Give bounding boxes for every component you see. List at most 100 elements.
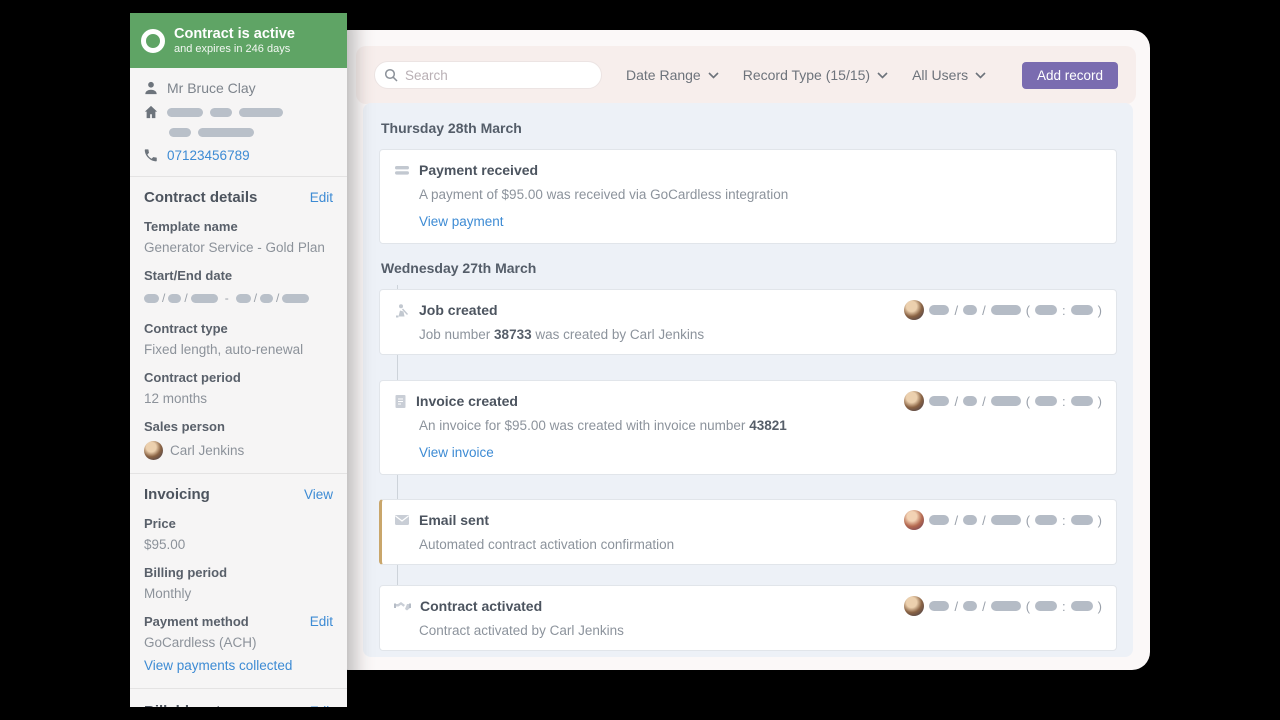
invoice-document-icon [395,394,406,408]
timeline-card-invoice-created[interactable]: Invoice created An invoice for $95.00 wa… [379,380,1117,475]
timeline-card-payment-received[interactable]: Payment received A payment of $95.00 was… [379,149,1117,244]
redacted-time [1070,515,1093,525]
redacted-time [1035,305,1058,315]
contact-section: Mr Bruce Clay 07123456789 [130,68,347,177]
field-value: GoCardless (ACH) [144,635,257,650]
customer-name: Mr Bruce Clay [167,80,256,96]
salesperson-avatar [144,441,163,460]
view-invoicing-link[interactable]: View [304,487,333,502]
redacted-date [990,396,1021,406]
main-window: Date Range Record Type (15/15) All Users… [330,30,1150,670]
redacted-date [963,305,978,315]
field-value: Generator Service - Gold Plan [144,240,325,255]
redacted-date [929,396,950,406]
filter-users[interactable]: All Users [912,67,986,83]
card-description: Contract activated by Carl Jenkins [419,623,624,638]
search-box [374,61,602,89]
status-title: Contract is active [174,25,295,42]
avatar [904,300,925,320]
field-value: 12 months [144,391,208,406]
timeline-date-header: Thursday 28th March [381,120,522,136]
email-envelope-icon [395,515,409,525]
edit-contract-details-link[interactable]: Edit [310,190,333,205]
view-payment-link[interactable]: View payment [419,214,504,229]
card-description: Automated contract activation confirmati… [419,537,675,552]
card-meta: / / (:) [904,300,1102,320]
edit-billable-rates-link[interactable]: Edit [310,704,333,707]
timeline-card-job-created[interactable]: Job created Job number 38733 was created… [379,289,1117,355]
person-icon [145,81,157,95]
redacted-date [929,515,950,525]
job-worker-icon [396,303,409,317]
status-ring-icon [141,28,165,53]
home-icon [144,105,158,119]
edit-payment-method-link[interactable]: Edit [310,614,333,629]
card-meta: / / (:) [904,391,1102,411]
field-value: $95.00 [144,537,186,552]
redacted-time [1035,515,1058,525]
filter-record-type-label: Record Type (15/15) [742,67,871,83]
timeline-card-contract-activated[interactable]: Contract activated Contract activated by… [379,585,1117,651]
timeline-card-email-sent[interactable]: Email sent Automated contract activation… [379,499,1117,565]
filter-date-range[interactable]: Date Range [626,67,719,83]
card-title: Job created [419,302,498,318]
chevron-down-icon [975,71,986,79]
filter-record-type[interactable]: Record Type (15/15) [743,67,888,83]
view-invoice-link[interactable]: View invoice [419,445,494,460]
billable-rates-section: Billable rates Edit [130,689,347,707]
redacted-date [963,396,978,406]
contract-sidebar: Contract is active and expires in 246 da… [130,13,347,707]
redacted-date [990,515,1021,525]
view-payments-collected-link[interactable]: View payments collected [144,658,292,673]
card-title: Email sent [419,512,490,528]
chevron-down-icon [708,71,719,79]
contract-status-banner: Contract is active and expires in 246 da… [130,13,347,68]
field-label: Contract type [144,321,228,336]
avatar [904,510,925,530]
card-meta: / / (:) [904,510,1102,530]
field-label: Price [144,516,176,531]
card-title: Payment received [419,162,539,178]
redacted-date [963,601,978,611]
status-subtitle: and expires in 246 days [174,42,291,55]
redacted-date [990,305,1021,315]
redacted-time [1070,396,1093,406]
redacted-time [1035,396,1058,406]
card-title: Invoice created [416,393,518,409]
card-description: Job number 38733 was created by Carl Jen… [419,327,705,342]
field-label: Template name [144,219,238,234]
redacted-date [929,305,950,315]
card-description: An invoice for $95.00 was created with i… [419,418,787,433]
redacted-time [1035,601,1058,611]
card-description: A payment of $95.00 was received via GoC… [419,187,789,202]
add-record-button[interactable]: Add record [1021,61,1118,89]
search-input[interactable] [374,61,602,89]
handshake-icon [394,602,411,611]
field-label: Sales person [144,419,225,434]
timeline-date-header: Wednesday 27th March [381,260,537,276]
redacted-address-line-1 [167,107,283,117]
field-label: Contract period [144,370,241,385]
phone-number-link[interactable]: 07123456789 [167,148,250,163]
salesperson-name: Carl Jenkins [170,443,245,458]
phone-icon [144,148,157,161]
redacted-date [963,515,978,525]
redacted-date [929,601,950,611]
chevron-down-icon [877,71,888,79]
avatar [904,391,925,411]
card-title: Contract activated [420,598,543,614]
section-title: Invoicing [144,486,210,503]
filter-users-label: All Users [912,67,969,83]
field-label: Billing period [144,565,228,580]
section-title: Contract details [144,189,258,206]
invoicing-section: Invoicing View Price $95.00 Billing peri… [130,474,347,689]
avatar [904,596,925,616]
redacted-time [1070,601,1093,611]
card-meta: / / (:) [904,596,1102,616]
contract-details-section: Contract details Edit Template name Gene… [130,177,347,474]
field-label: Payment method [144,614,249,629]
redacted-time [1070,305,1093,315]
redacted-start-end-dates: / / - / / [144,291,333,305]
redacted-address-line-2 [169,128,254,137]
field-value: Fixed length, auto-renewal [144,342,304,357]
